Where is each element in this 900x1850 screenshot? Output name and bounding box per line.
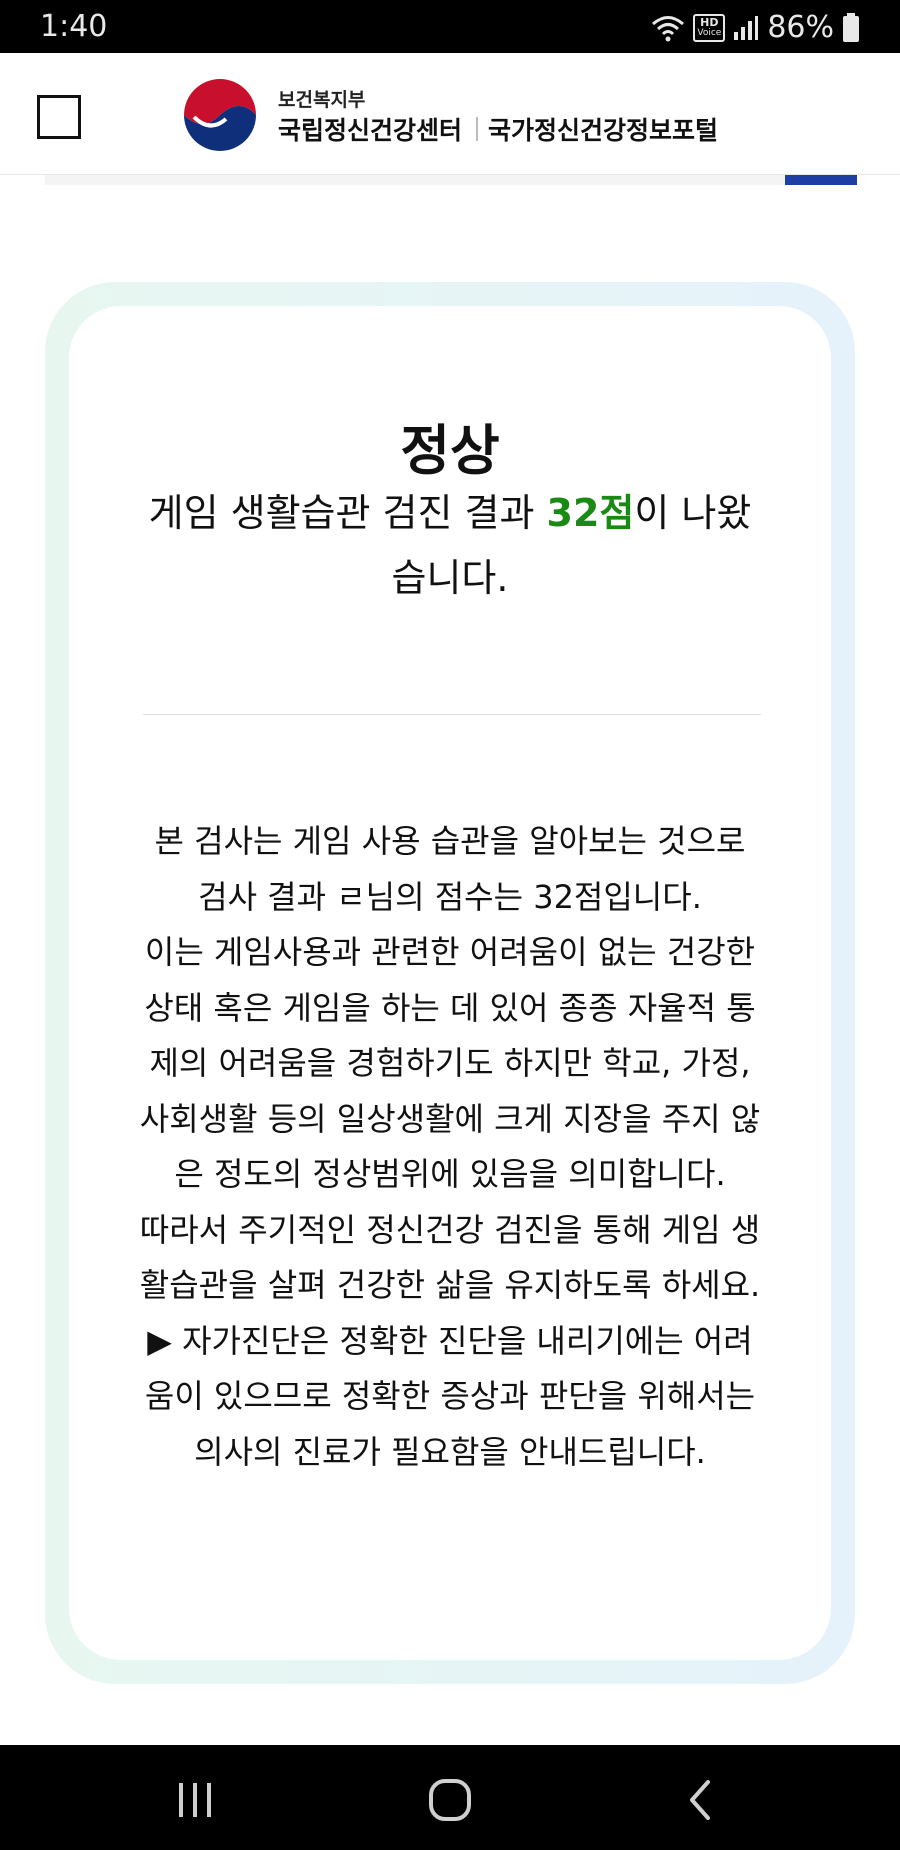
description-paragraph: 이는 게임사용과 관련한 어려움이 없는 건강한 상태 혹은 게임을 하는 데 … — [139, 933, 761, 1193]
description-paragraph: ▶ 자가진단은 정확한 진단을 내리기에는 어려움이 있으므로 정확한 증상과 … — [144, 1321, 756, 1471]
hd-voice-icon: HD Voice — [693, 13, 726, 42]
subnav-strip — [45, 175, 855, 185]
back-icon[interactable] — [670, 1775, 730, 1825]
hd-label: HD — [700, 15, 719, 29]
result-card: 정상 게임 생활습관 검진 결과 32점이 나왔습니다. 본 검사는 게임 사용… — [45, 282, 855, 1684]
navigation-bar — [0, 1745, 900, 1850]
score-value: 32점 — [546, 491, 635, 535]
recent-apps-icon[interactable] — [165, 1775, 225, 1825]
status-bar: 1:40 HD Voice 86% — [0, 0, 900, 53]
status-icons: HD Voice 86% — [651, 10, 860, 45]
voice-label: Voice — [697, 27, 722, 38]
description-paragraph: 본 검사는 게임 사용 습관을 알아보는 것으로 검사 결과 ㄹ님의 점수는 3… — [154, 822, 746, 916]
signal-icon — [734, 15, 759, 40]
logo-divider — [476, 117, 478, 141]
menu-checkbox[interactable] — [37, 95, 81, 139]
result-summary: 게임 생활습관 검진 결과 32점이 나왔습니다. — [139, 481, 761, 611]
ministry-name: 보건복지부 — [278, 89, 366, 111]
result-title: 정상 — [400, 419, 500, 482]
battery-icon — [843, 12, 859, 42]
battery-percent: 86% — [767, 10, 834, 45]
government-emblem-icon — [182, 77, 258, 153]
status-time: 1:40 — [40, 9, 108, 44]
result-card-body: 정상 게임 생활습관 검진 결과 32점이 나왔습니다. 본 검사는 게임 사용… — [69, 306, 831, 1660]
summary-prefix: 게임 생활습관 검진 결과 — [148, 491, 547, 535]
home-icon[interactable] — [420, 1775, 480, 1825]
subnav-active-indicator — [785, 175, 857, 185]
wifi-icon — [652, 15, 685, 41]
center-name[interactable]: 국립정신건강센터 — [278, 111, 462, 147]
portal-name[interactable]: 국가정신건강정보포털 — [488, 111, 718, 147]
description-paragraph: 따라서 주기적인 정신건강 검진을 통해 게임 생활습관을 살펴 건강한 삶을 … — [139, 1210, 761, 1305]
site-header: 보건복지부 국립정신건강센터 국가정신건강정보포털 — [0, 53, 900, 175]
divider — [143, 714, 761, 715]
result-description: 본 검사는 게임 사용 습관을 알아보는 것으로 검사 결과 ㄹ님의 점수는 3… — [139, 814, 761, 1480]
